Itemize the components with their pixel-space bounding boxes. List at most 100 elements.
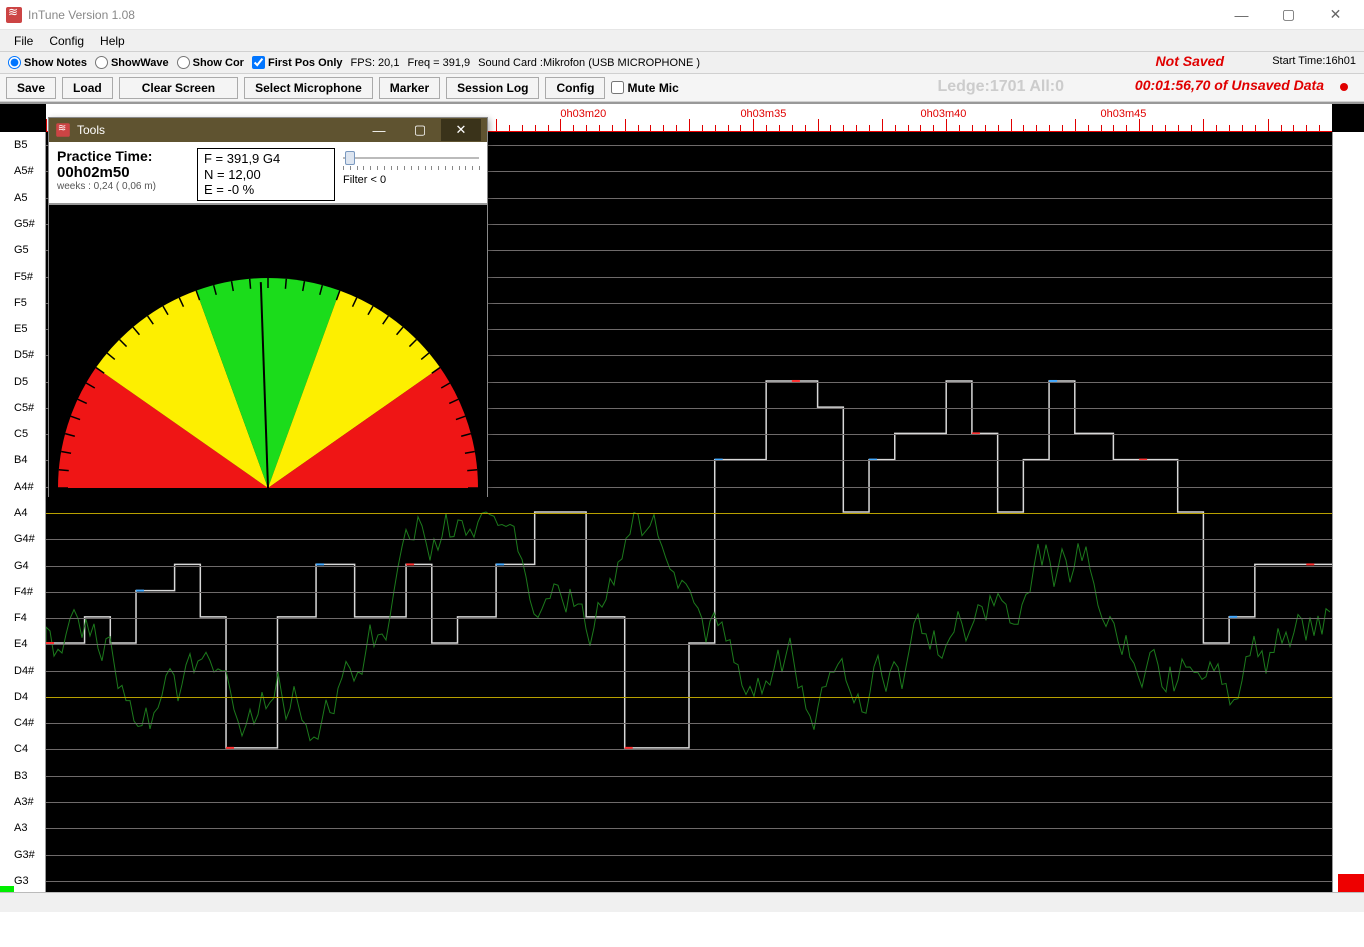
note-axis-label: D4 xyxy=(14,691,28,703)
note-axis-label: E4 xyxy=(14,638,27,650)
note-axis-label: A3 xyxy=(14,822,27,834)
note-axis-label: B4 xyxy=(14,454,27,466)
ruler-time-label: 0h03m40 xyxy=(920,108,966,120)
titlebar: InTune Version 1.08 — ▢ ✕ xyxy=(0,0,1364,30)
gridline xyxy=(46,618,1332,619)
config-button[interactable]: Config xyxy=(545,77,605,99)
start-time-label: Start Time:16h01 xyxy=(1272,55,1356,67)
window-title: InTune Version 1.08 xyxy=(28,8,135,22)
gridline xyxy=(46,749,1332,750)
ruler-time-label: 0h03m20 xyxy=(560,108,606,120)
note-axis-label: C4# xyxy=(14,717,34,729)
gridline xyxy=(46,802,1332,803)
gridline xyxy=(46,855,1332,856)
tools-window[interactable]: Tools — ▢ ✕ Practice Time: 00h02m50 week… xyxy=(48,117,488,497)
gridline xyxy=(46,566,1332,567)
minimize-button[interactable]: — xyxy=(1219,1,1264,29)
frequency-readout: F = 391,9 G4 N = 12,00 E = -0 % xyxy=(197,148,335,201)
note-axis-label: A4 xyxy=(14,507,27,519)
n-line: N = 12,00 xyxy=(204,167,328,183)
not-saved-label: Not Saved xyxy=(1156,53,1224,69)
note-axis-label: B5 xyxy=(14,139,27,151)
horizontal-scrollbar[interactable] xyxy=(0,892,1364,912)
maximize-button[interactable]: ▢ xyxy=(1266,1,1311,29)
java-icon xyxy=(56,123,70,137)
gridline xyxy=(46,776,1332,777)
note-axis-label: E5 xyxy=(14,323,27,335)
close-button[interactable]: ✕ xyxy=(1313,1,1358,29)
note-axis-label: A3# xyxy=(14,796,34,808)
freq-line: F = 391,9 G4 xyxy=(204,151,328,167)
gridline xyxy=(46,592,1332,593)
ledge-label: Ledge:1701 All:0 xyxy=(937,78,1064,96)
marker-button[interactable]: Marker xyxy=(379,77,440,99)
tools-minimize-button[interactable]: — xyxy=(359,119,399,141)
toolbar: Save Load Clear Screen Select Microphone… xyxy=(0,74,1364,102)
clear-screen-button[interactable]: Clear Screen xyxy=(119,77,238,99)
note-axis-label: G4 xyxy=(14,560,29,572)
note-axis-label: G5# xyxy=(14,218,35,230)
filter-slider[interactable] xyxy=(343,150,479,166)
show-cor-radio[interactable]: Show Cor xyxy=(177,56,244,69)
note-axis-label: D4# xyxy=(14,665,34,677)
tools-info: Practice Time: 00h02m50 weeks : 0,24 ( 0… xyxy=(49,142,487,203)
tools-title-label: Tools xyxy=(77,123,105,137)
note-axis-label: A5# xyxy=(14,165,34,177)
gridline xyxy=(46,723,1332,724)
weeks-label: weeks : 0,24 ( 0,06 m) xyxy=(57,181,189,192)
show-notes-radio[interactable]: Show Notes xyxy=(8,56,87,69)
practice-time-label: Practice Time: xyxy=(57,148,189,164)
e-line: E = -0 % xyxy=(204,182,328,198)
session-log-button[interactable]: Session Log xyxy=(446,77,539,99)
save-button[interactable]: Save xyxy=(6,77,56,99)
tuner-gauge xyxy=(49,203,487,499)
note-axis-label: F5 xyxy=(14,297,27,309)
filter-value-label: Filter < 0 xyxy=(343,174,479,186)
gridline xyxy=(46,828,1332,829)
menubar: File Config Help xyxy=(0,30,1364,52)
show-wave-radio[interactable]: ShowWave xyxy=(95,56,169,69)
note-axis-label: F4 xyxy=(14,612,27,624)
menu-help[interactable]: Help xyxy=(94,32,131,50)
note-axis-label: A5 xyxy=(14,192,27,204)
select-microphone-button[interactable]: Select Microphone xyxy=(244,77,373,99)
unsaved-data-label: 00:01:56,70 of Unsaved Data xyxy=(1135,77,1324,93)
java-icon xyxy=(6,7,22,23)
note-axis-label: C5 xyxy=(14,428,28,440)
gridline xyxy=(46,513,1332,514)
right-gutter xyxy=(1332,132,1364,892)
note-axis-label: G4# xyxy=(14,533,35,545)
note-axis-label: G5 xyxy=(14,244,29,256)
note-axis-label: D5 xyxy=(14,376,28,388)
fps-label: FPS: 20,1 xyxy=(351,57,400,69)
mute-mic-checkbox[interactable]: Mute Mic xyxy=(611,81,678,95)
gridline xyxy=(46,881,1332,882)
tools-titlebar[interactable]: Tools — ▢ ✕ xyxy=(49,118,487,142)
note-axis-label: C5# xyxy=(14,402,34,414)
practice-time-value: 00h02m50 xyxy=(57,164,189,181)
gridline xyxy=(46,539,1332,540)
note-axis-label: D5# xyxy=(14,349,34,361)
tools-close-button[interactable]: ✕ xyxy=(441,119,481,141)
note-axis-label: G3# xyxy=(14,849,35,861)
note-axis-label: F4# xyxy=(14,586,33,598)
freq-label: Freq = 391,9 xyxy=(407,57,470,69)
note-axis-label: C4 xyxy=(14,743,28,755)
recording-indicator-icon xyxy=(1340,83,1348,91)
load-button[interactable]: Load xyxy=(62,77,113,99)
note-axis-label: G3 xyxy=(14,875,29,887)
options-bar: Show Notes ShowWave Show Cor First Pos O… xyxy=(0,52,1364,74)
ruler-right-value: 0,02 xyxy=(1334,110,1362,124)
menu-config[interactable]: Config xyxy=(43,32,90,50)
gridline xyxy=(46,644,1332,645)
sound-card-label: Sound Card :Mikrofon (USB MICROPHONE ) xyxy=(478,57,700,69)
slider-thumb-icon[interactable] xyxy=(345,151,355,165)
clip-indicator-icon xyxy=(1338,874,1364,892)
ruler-time-label: 0h03m35 xyxy=(740,108,786,120)
menu-file[interactable]: File xyxy=(8,32,39,50)
note-axis-label: B3 xyxy=(14,770,27,782)
first-pos-checkbox[interactable]: First Pos Only xyxy=(252,56,343,69)
tools-maximize-button[interactable]: ▢ xyxy=(400,119,440,141)
gridline xyxy=(46,697,1332,698)
note-axis: B5A5#A5G5#G5F5#F5E5D5#D5C5#C5B4A4#A4G4#G… xyxy=(0,132,46,892)
